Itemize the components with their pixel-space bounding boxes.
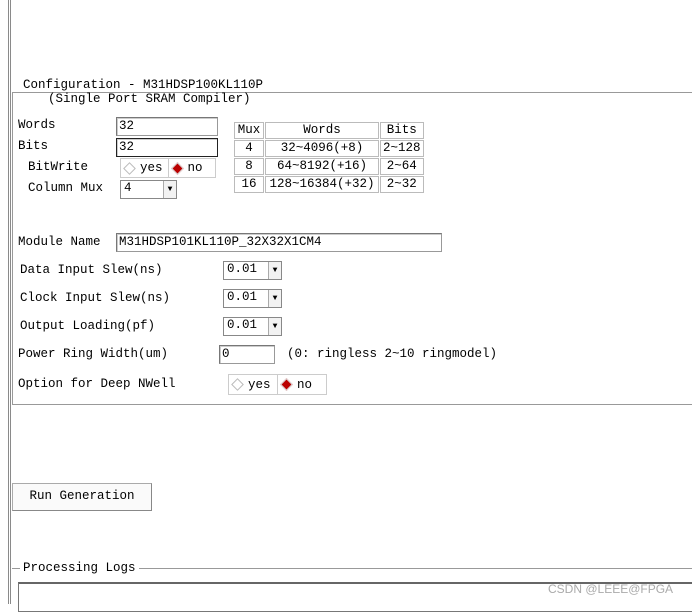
bitwrite-label: BitWrite bbox=[28, 160, 89, 174]
chevron-down-icon: ▼ bbox=[268, 318, 281, 335]
output-loading-label: Output Loading(pf) bbox=[20, 319, 156, 333]
logs-title: Processing Logs bbox=[20, 561, 139, 575]
cell: 2~32 bbox=[380, 176, 424, 193]
select-value: 0.01 bbox=[227, 318, 258, 332]
header-cell: Mux bbox=[234, 122, 264, 139]
watermark: CSDN @LEEE@FPGA bbox=[548, 582, 674, 596]
data-slew-select[interactable]: 0.01 ▼ bbox=[223, 261, 282, 280]
select-value: 0.01 bbox=[227, 290, 258, 304]
run-generation-button[interactable]: Run Generation bbox=[12, 483, 152, 511]
chevron-down-icon: ▼ bbox=[268, 262, 281, 279]
option-label: yes bbox=[248, 377, 271, 392]
clock-slew-label: Clock Input Slew(ns) bbox=[20, 291, 171, 305]
table-row: 16 128~16384(+32) 2~32 bbox=[234, 176, 424, 193]
mux-table: Mux Words Bits 4 32~4096(+8) 2~128 8 64~8192(… bbox=[233, 121, 425, 194]
module-name-input[interactable]: M31HDSP101KL110P_32X32X1CM4 bbox=[116, 233, 442, 252]
radio-on-icon bbox=[280, 378, 293, 391]
words-label: Words bbox=[18, 118, 56, 132]
cell: 8 bbox=[234, 158, 264, 175]
table-header: Mux Words Bits bbox=[234, 122, 424, 139]
option-label: yes bbox=[140, 161, 163, 175]
option-label: no bbox=[297, 377, 313, 392]
deep-nwell-no-radio[interactable]: no bbox=[278, 375, 326, 394]
radio-off-icon bbox=[123, 161, 136, 175]
bitwrite-radio-group: yes no bbox=[120, 158, 216, 178]
bitwrite-no-radio[interactable]: no bbox=[169, 159, 216, 177]
column-mux-select[interactable]: 4 ▼ bbox=[120, 180, 177, 199]
group-title: Configuration - M31HDSP100KL110P bbox=[20, 78, 267, 92]
deep-nwell-radio-group: yes no bbox=[228, 374, 327, 395]
table-row: 4 32~4096(+8) 2~128 bbox=[234, 140, 424, 157]
table-row: 8 64~8192(+16) 2~64 bbox=[234, 158, 424, 175]
power-ring-hint: (0: ringless 2~10 ringmodel) bbox=[287, 347, 498, 361]
deep-nwell-yes-radio[interactable]: yes bbox=[229, 375, 278, 394]
cell: 128~16384(+32) bbox=[265, 176, 379, 193]
data-slew-label: Data Input Slew(ns) bbox=[20, 263, 163, 277]
select-value: 0.01 bbox=[227, 262, 258, 276]
radio-off-icon bbox=[231, 378, 244, 391]
cell: 64~8192(+16) bbox=[265, 158, 379, 175]
bits-label: Bits bbox=[18, 139, 49, 153]
cell: 16 bbox=[234, 176, 264, 193]
chevron-down-icon: ▼ bbox=[268, 290, 281, 307]
bitwrite-yes-radio[interactable]: yes bbox=[121, 159, 169, 177]
cell: 2~64 bbox=[380, 158, 424, 175]
group-subtitle: (Single Port SRAM Compiler) bbox=[48, 92, 251, 106]
chevron-down-icon: ▼ bbox=[163, 181, 176, 198]
bits-input[interactable]: 32 bbox=[116, 138, 218, 157]
column-mux-label: Column Mux bbox=[28, 181, 104, 195]
header-cell: Words bbox=[265, 122, 379, 139]
select-value: 4 bbox=[124, 181, 132, 195]
option-label: no bbox=[187, 161, 203, 175]
output-loading-select[interactable]: 0.01 ▼ bbox=[223, 317, 282, 336]
window-edge bbox=[8, 0, 9, 604]
words-input[interactable]: 32 bbox=[116, 117, 218, 136]
header-cell: Bits bbox=[380, 122, 424, 139]
cell: 4 bbox=[234, 140, 264, 157]
power-ring-input[interactable]: 0 bbox=[219, 345, 275, 364]
clock-slew-select[interactable]: 0.01 ▼ bbox=[223, 289, 282, 308]
cell: 32~4096(+8) bbox=[265, 140, 379, 157]
module-name-label: Module Name bbox=[18, 235, 101, 249]
deep-nwell-label: Option for Deep NWell bbox=[18, 377, 176, 391]
cell: 2~128 bbox=[380, 140, 424, 157]
radio-on-icon bbox=[170, 161, 184, 175]
power-ring-label: Power Ring Width(um) bbox=[18, 347, 169, 361]
window-edge bbox=[10, 0, 11, 604]
